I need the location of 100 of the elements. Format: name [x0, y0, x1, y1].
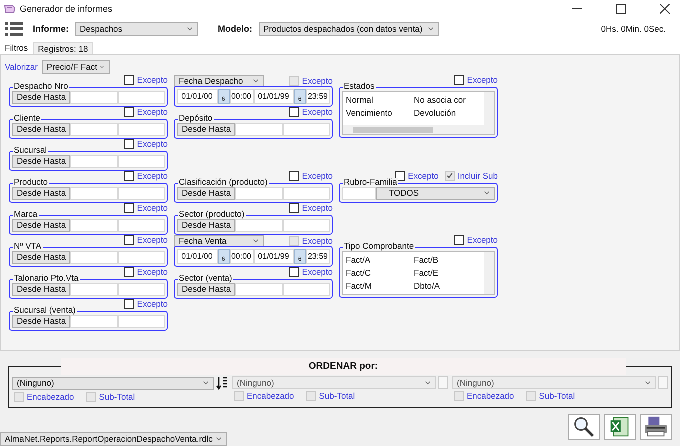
filter-title: Rubro-Familia [343, 178, 398, 187]
chevron-down-icon [428, 26, 434, 31]
from-field[interactable] [235, 186, 282, 200]
from-field[interactable] [70, 186, 118, 200]
time-field[interactable]: 23:59 [306, 88, 330, 104]
maximize-icon[interactable] [616, 4, 626, 14]
sort-button[interactable] [438, 376, 448, 390]
from-field[interactable] [70, 314, 118, 328]
date-filter-dropdown[interactable]: Fecha Venta [174, 234, 264, 247]
report-file-dropdown[interactable]: AlmaNet.Reports.ReportOperacionDespachoVenta.rdlc [0, 432, 227, 446]
list-item[interactable]: Fact/C [346, 268, 414, 278]
list-item[interactable]: Fact/A [346, 255, 414, 266]
search-button[interactable] [568, 414, 600, 440]
from-field[interactable] [235, 218, 282, 232]
checkbox[interactable] [289, 266, 300, 277]
from-field[interactable] [70, 90, 118, 104]
checkbox[interactable] [124, 106, 134, 117]
range-mode-dropdown[interactable]: Desde Hasta [12, 314, 70, 328]
date-field[interactable]: 01/01/99 [254, 248, 294, 264]
checkbox[interactable] [124, 138, 134, 149]
checkbox[interactable] [124, 202, 134, 213]
to-field[interactable] [118, 90, 165, 104]
to-field[interactable] [118, 282, 165, 296]
valorizar-link[interactable]: Valorizar [5, 62, 38, 72]
checkbox[interactable] [124, 74, 134, 85]
chevron-down-icon [187, 26, 193, 31]
code-field[interactable] [342, 186, 376, 200]
list-item[interactable]: Devolución [414, 108, 482, 118]
valorizar-dropdown[interactable]: Precio/F Fact [42, 60, 110, 74]
range-mode-dropdown[interactable]: Desde Hasta [12, 186, 70, 200]
checkbox-label: Excepto [137, 170, 168, 181]
print-button[interactable] [640, 414, 672, 440]
list-icon[interactable] [5, 22, 23, 36]
to-field[interactable] [282, 186, 330, 200]
list-item[interactable]: Fact/E [414, 268, 482, 278]
tab[interactable]: Registros: 18 [33, 42, 94, 54]
date-field[interactable]: 01/01/00 [177, 248, 218, 264]
checkbox-label: Incluir Sub [458, 170, 498, 181]
checkbox[interactable] [454, 74, 464, 85]
checkbox[interactable] [124, 266, 134, 277]
order-dropdown[interactable]: (Ninguno) [12, 376, 214, 390]
sort-button[interactable] [658, 376, 668, 390]
list-item[interactable]: Dbto/A [414, 281, 482, 292]
modelo-label: Modelo: [218, 24, 252, 34]
to-field[interactable] [282, 218, 330, 232]
from-field[interactable] [70, 218, 118, 232]
to-field[interactable] [118, 154, 165, 168]
filter-title: Sector (producto) [178, 210, 246, 219]
from-field[interactable] [235, 282, 282, 296]
excel-export-button[interactable] [604, 414, 636, 440]
modelo-dropdown[interactable]: Productos despachados (con datos venta) [258, 22, 438, 36]
from-field[interactable] [235, 122, 282, 136]
from-field[interactable] [70, 250, 118, 264]
checkbox[interactable] [289, 106, 300, 117]
list-item[interactable]: Vencimiento [346, 108, 414, 118]
list-item[interactable]: Fact/M [346, 281, 414, 292]
app-icon [4, 4, 16, 14]
checkbox[interactable] [289, 202, 300, 213]
sort-icon[interactable] [216, 376, 228, 390]
checkbox-label: Excepto [137, 298, 168, 309]
range-mode-dropdown[interactable]: Desde Hasta [177, 186, 235, 200]
range-mode-dropdown[interactable]: Desde Hasta [177, 122, 235, 136]
multi-select-list[interactable]: Fact/A Fact/B Fact/C Fact/E Fact/M Dbto/A [342, 250, 495, 295]
to-field[interactable] [118, 250, 165, 264]
close-icon[interactable] [660, 4, 670, 14]
to-field[interactable] [118, 218, 165, 232]
list-item[interactable]: No asocia cor [414, 95, 482, 106]
range-mode-dropdown[interactable]: Desde Hasta [177, 218, 235, 232]
time-field[interactable]: 00:00 [230, 88, 254, 104]
range-mode-dropdown[interactable]: Desde Hasta [12, 122, 70, 136]
range-mode-dropdown[interactable]: Desde Hasta [177, 282, 235, 296]
from-field[interactable] [70, 122, 118, 136]
range-mode-dropdown[interactable]: Desde Hasta [12, 90, 70, 104]
time-field[interactable]: 23:59 [306, 248, 330, 264]
vertical-scrollbar[interactable] [484, 252, 494, 294]
to-field[interactable] [118, 314, 165, 328]
checkbox[interactable] [289, 170, 300, 181]
range-mode-dropdown[interactable]: Desde Hasta [12, 154, 70, 168]
to-field[interactable] [282, 282, 330, 296]
checkbox[interactable] [454, 234, 464, 245]
checkbox[interactable] [124, 170, 134, 181]
rubro-dropdown[interactable]: TODOS [376, 186, 495, 200]
range-mode-dropdown[interactable]: Desde Hasta [12, 282, 70, 296]
to-field[interactable] [118, 122, 165, 136]
date-filter-dropdown[interactable]: Fecha Despacho [174, 74, 264, 87]
range-mode-dropdown[interactable]: Desde Hasta [12, 250, 70, 264]
range-mode-dropdown[interactable]: Desde Hasta [12, 218, 70, 232]
list-item[interactable]: Fact/B [414, 255, 482, 266]
to-field[interactable] [282, 122, 330, 136]
time-field[interactable]: 00:00 [230, 248, 254, 264]
date-field[interactable]: 01/01/99 [254, 88, 294, 104]
date-field[interactable]: 01/01/00 [177, 88, 218, 104]
list-item[interactable]: Normal [346, 95, 414, 106]
from-field[interactable] [70, 282, 118, 296]
checkbox[interactable] [124, 298, 134, 309]
checkbox[interactable] [124, 234, 134, 245]
from-field[interactable] [70, 154, 118, 168]
informe-dropdown[interactable]: Despachos [75, 22, 198, 36]
to-field[interactable] [118, 186, 165, 200]
multi-select-list[interactable]: Normal No asocia cor Vencimiento Devolución [342, 90, 495, 135]
